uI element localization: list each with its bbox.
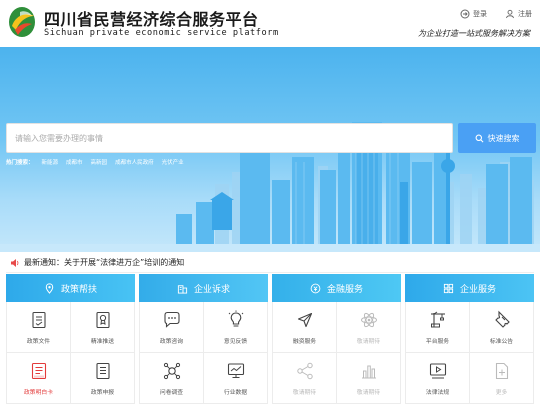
tile-more[interactable]: 更多 — [470, 353, 534, 404]
account-links: 登录 注册 — [460, 9, 532, 19]
quick-search-button[interactable]: 快速搜索 — [458, 123, 536, 153]
hot-search-item[interactable]: 光伏产业 — [162, 158, 184, 166]
tile-precise-push[interactable]: 精准推送 — [71, 302, 135, 353]
search-input[interactable] — [6, 123, 453, 153]
site-header: 四川省民营经济综合服务平台 Sichuan private economic s… — [0, 0, 540, 47]
site-title: 四川省民营经济综合服务平台 — [44, 10, 259, 29]
hot-search-item[interactable]: 成都市人民政府 — [115, 158, 154, 166]
site-logo-icon[interactable] — [6, 4, 38, 40]
tile-label: 政策明白卡 — [24, 389, 53, 396]
tile-label: 政策申报 — [90, 389, 115, 396]
ticket-icon — [494, 310, 510, 328]
hot-search-item[interactable]: 成都市 — [66, 158, 83, 166]
tile-label: 行业数据 — [223, 389, 248, 396]
tile-label: 法律法规 — [425, 389, 450, 396]
category-title: 金融服务 — [326, 284, 363, 295]
certificate-icon — [95, 311, 110, 328]
tile-coming-soon: 敬请期待 — [337, 302, 401, 353]
category-financial-services: 金融服务 融资服务 敬请期待 敬请期待 敬请期待 — [272, 274, 401, 405]
register-label: 注册 — [518, 10, 532, 18]
policy-card-icon — [31, 362, 46, 379]
tile-label: 更多 — [495, 389, 508, 396]
category-header[interactable]: 金融服务 — [272, 274, 401, 302]
declare-doc-icon — [95, 362, 110, 379]
category-enterprise-appeals: 企业诉求 政策咨询 意见反馈 问卷调查 行业数据 — [139, 274, 268, 405]
tile-coming-soon: 敬请期待 — [337, 353, 401, 404]
tile-label: 标准公告 — [489, 338, 514, 345]
tile-label: 融资服务 — [292, 338, 317, 345]
video-icon — [429, 362, 446, 378]
category-title: 企业服务 — [459, 284, 496, 295]
tile-policy-card[interactable]: 政策明白卡 — [7, 353, 71, 404]
tile-label: 精准推送 — [90, 338, 115, 345]
tile-laws-regulations[interactable]: 法律法规 — [406, 353, 470, 404]
notice-text: 最新通知：关于开展“法律进万企”培训的通知 — [24, 258, 185, 267]
tile-label: 敬请期待 — [292, 389, 317, 396]
category-enterprise-services: 企业服务 平台服务 标准公告 法律法规 更多 — [405, 274, 534, 405]
hot-search-item[interactable]: 新能源 — [42, 158, 59, 166]
search-icon — [475, 134, 483, 142]
tile-label: 敬请期待 — [356, 389, 381, 396]
tile-financing-service[interactable]: 融资服务 — [273, 302, 337, 353]
lightbulb-icon — [228, 310, 243, 326]
tile-label: 意见反馈 — [223, 338, 248, 345]
category-header[interactable]: 企业诉求 — [139, 274, 268, 302]
tile-feedback[interactable]: 意见反馈 — [204, 302, 268, 353]
crane-icon — [430, 311, 445, 327]
tile-coming-soon: 敬请期待 — [273, 353, 337, 404]
service-categories: 政策帮扶 政策文件 精准推送 政策明白卡 政策申报 企业诉求 政策咨询 意见反馈… — [6, 274, 534, 405]
site-slogan: 为企业打造一站式服务解决方案 — [418, 29, 530, 38]
user-icon — [506, 9, 514, 19]
category-header[interactable]: 企业服务 — [405, 274, 534, 302]
network-icon — [163, 362, 180, 379]
monitor-icon — [227, 362, 244, 378]
send-arrow-icon — [297, 312, 312, 327]
location-pin-icon — [45, 282, 54, 294]
tile-industry-data[interactable]: 行业数据 — [204, 353, 268, 404]
tile-label: 敬请期待 — [356, 338, 381, 345]
hot-search-bar: 热门搜索： 新能源 成都市 高新园 成都市人民政府 光伏产业 — [6, 158, 184, 166]
tile-standard-notice[interactable]: 标准公告 — [470, 302, 534, 353]
share-icon — [296, 362, 313, 379]
login-icon — [460, 9, 470, 19]
hero-banner: 快速搜索 热门搜索： 新能源 成都市 高新园 成都市人民政府 光伏产业 — [0, 47, 540, 252]
latest-notice[interactable]: 最新通知：关于开展“法律进万企”培训的通知 — [6, 253, 534, 273]
tile-policy-consult[interactable]: 政策咨询 — [140, 302, 204, 353]
category-title: 政策帮扶 — [60, 284, 97, 295]
hot-search-label: 热门搜索： — [6, 160, 34, 166]
hot-search-item[interactable]: 高新园 — [91, 158, 108, 166]
speaker-icon — [11, 258, 19, 267]
building-icon — [177, 284, 188, 294]
coin-icon — [310, 283, 321, 293]
policy-doc-icon — [31, 311, 46, 328]
tile-label: 问卷调查 — [159, 389, 184, 396]
tile-policy-documents[interactable]: 政策文件 — [7, 302, 71, 353]
tile-policy-declare[interactable]: 政策申报 — [71, 353, 135, 404]
chat-bubble-icon — [163, 311, 180, 328]
category-header[interactable]: 政策帮扶 — [6, 274, 135, 302]
more-doc-icon — [495, 362, 508, 379]
tile-label: 政策咨询 — [159, 338, 184, 345]
grid-icon — [443, 283, 454, 293]
category-policy-support: 政策帮扶 政策文件 精准推送 政策明白卡 政策申报 — [6, 274, 135, 405]
login-label: 登录 — [473, 10, 487, 18]
tile-platform-service[interactable]: 平台服务 — [406, 302, 470, 353]
category-title: 企业诉求 — [193, 284, 230, 295]
tile-label: 政策文件 — [26, 338, 51, 345]
login-link[interactable]: 登录 — [460, 9, 487, 19]
tile-label: 平台服务 — [425, 338, 450, 345]
site-subtitle: Sichuan private economic service platfor… — [44, 28, 279, 38]
atom-icon — [360, 312, 377, 327]
register-link[interactable]: 注册 — [505, 9, 532, 19]
bar-chart-icon — [361, 365, 376, 378]
quick-search-label: 快速搜索 — [487, 133, 520, 143]
tile-survey[interactable]: 问卷调查 — [140, 353, 204, 404]
